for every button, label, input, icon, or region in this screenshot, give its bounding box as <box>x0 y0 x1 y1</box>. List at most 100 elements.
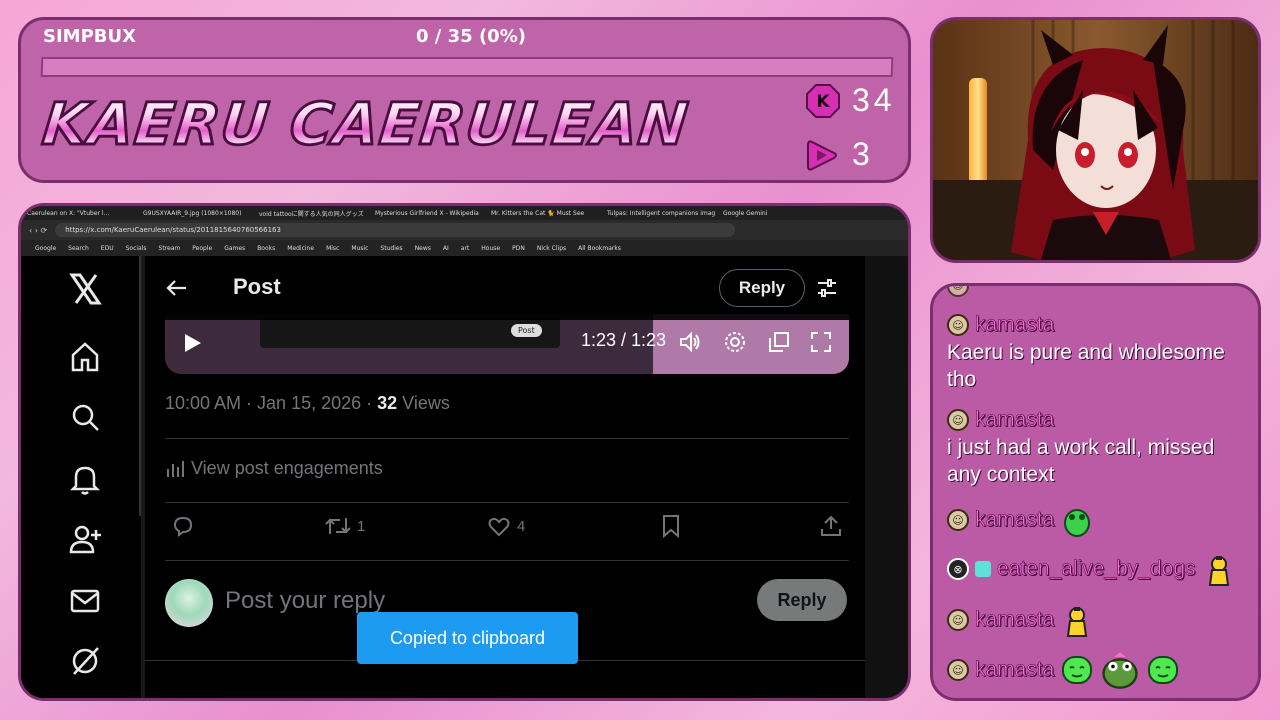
browser-capture: Caerulean on X: "Vtuber l... G9USXYAAIR_… <box>18 203 911 701</box>
bell-icon[interactable] <box>68 462 102 496</box>
play-icon[interactable] <box>181 332 203 354</box>
bookmark[interactable]: Nick Clips <box>537 245 566 252</box>
chat-message: ☺ kamasta <box>947 500 1250 540</box>
mail-icon[interactable] <box>68 584 102 618</box>
chat-username[interactable]: kamasta <box>975 608 1055 632</box>
user-badge-icon: ☺ <box>947 409 969 431</box>
bookmark[interactable]: Socials <box>126 245 147 252</box>
chat-text: Kaeru is pure and wholesome tho <box>947 341 1225 391</box>
x-logo-icon[interactable] <box>68 272 102 306</box>
bookmark[interactable]: All Bookmarks <box>578 245 621 252</box>
kick-icon: K <box>806 83 840 118</box>
bookmark[interactable]: News <box>415 245 431 252</box>
goal-label: SIMPBUX <box>43 26 136 47</box>
retweet-action[interactable]: 1 <box>325 514 365 538</box>
webcam-avatar <box>930 17 1261 263</box>
bookmark[interactable]: People <box>192 245 212 252</box>
chat-username[interactable]: kamasta <box>975 313 1055 337</box>
divider <box>165 560 849 561</box>
bookmark[interactable]: Misc <box>326 245 339 252</box>
bookmark[interactable]: AI <box>443 245 449 252</box>
header-reply-button[interactable]: Reply <box>719 269 805 307</box>
browser-tab-bar: Caerulean on X: "Vtuber l... G9USXYAAIR_… <box>21 206 908 220</box>
bookmark[interactable]: Search <box>68 245 89 252</box>
bookmark[interactable]: PDN <box>512 245 525 252</box>
rumble-count: 3 <box>852 136 874 172</box>
bookmark[interactable]: Games <box>224 245 245 252</box>
divider <box>165 438 849 439</box>
settings-icon[interactable] <box>723 330 747 354</box>
post-engagements-link[interactable]: View post engagements <box>165 458 383 479</box>
browser-tab[interactable]: Mr. Kitters the Cat 🐈 Must See <box>491 210 603 217</box>
browser-tab[interactable]: Tulpas: Intelligent companions imag <box>607 210 719 217</box>
retweet-count: 1 <box>357 517 366 535</box>
chat-message: ⊗ eaten_alive_by_dogs <box>947 548 1250 590</box>
bookmark[interactable]: House <box>481 245 500 252</box>
volume-icon[interactable] <box>678 330 702 354</box>
bookmark[interactable]: Google <box>35 245 56 252</box>
add-user-icon[interactable] <box>68 522 102 556</box>
column-border <box>141 256 145 698</box>
duck-emote-icon <box>1067 607 1088 637</box>
streamer-name: KAERU CAERULEAN <box>38 89 693 160</box>
reply-icon <box>173 516 193 537</box>
goal-progress-bar <box>40 57 894 77</box>
kick-count: 34 <box>852 82 896 118</box>
reply-input[interactable]: Post your reply <box>225 587 385 615</box>
chat-username[interactable]: kamasta <box>975 658 1055 682</box>
video-player[interactable]: Post 1:23 / 1:23 <box>165 314 849 374</box>
rumble-icon <box>806 138 840 172</box>
browser-tab[interactable]: Google Gemini <box>723 210 835 217</box>
retweet-icon <box>325 518 351 534</box>
search-icon[interactable] <box>68 400 102 434</box>
bookmark[interactable]: Studies <box>380 245 402 252</box>
bookmark[interactable]: Stream <box>159 245 181 252</box>
stream-banner: SIMPBUX 0 / 35 (0%) KAERU CAERULEAN K 34… <box>18 17 911 183</box>
browser-tab[interactable]: G9USXYAAIR_9.jpg (1080×1080) <box>143 210 255 217</box>
pip-icon[interactable] <box>767 330 791 354</box>
chat-message: ☺ kamasta Kaeru is pure and wholesome tho <box>947 311 1250 393</box>
chat-username[interactable]: eaten_alive_by_dogs <box>997 557 1196 581</box>
browser-tab[interactable]: Mysterious Girlfriend X - Wikipedia <box>375 210 487 217</box>
like-action[interactable]: 4 <box>487 514 525 538</box>
nav-arrows-icon[interactable]: ‹ › ⟳ <box>29 226 47 235</box>
chat-text: i just had a work call, missed any conte… <box>947 436 1215 486</box>
sliders-icon[interactable] <box>815 276 839 300</box>
user-badge-icon: ☺ <box>947 659 969 681</box>
page-title: Post <box>233 274 281 299</box>
bookmark[interactable]: Books <box>257 245 275 252</box>
browser-tab[interactable]: void tattooに関する人気の同人グッズ <box>259 209 371 218</box>
chat-username[interactable]: kamasta <box>975 408 1055 432</box>
goal-progress-fill <box>42 59 44 75</box>
bookmark-icon <box>663 515 679 538</box>
chat-username[interactable]: kamasta <box>975 508 1055 532</box>
views-count: 32 <box>377 393 398 413</box>
bookmark[interactable]: EDU <box>101 245 114 252</box>
user-badge-icon: ⊗ <box>947 558 969 580</box>
chat-message: ☺ kamasta <box>947 600 1250 640</box>
bookmark[interactable]: Music <box>351 245 368 252</box>
grok-icon[interactable] <box>68 644 102 678</box>
bookmark[interactable]: art <box>461 245 470 252</box>
copied-toast: Copied to clipboard <box>357 612 578 664</box>
divider <box>165 502 849 503</box>
pepe-emote-icon <box>1102 652 1139 689</box>
vtuber-avatar-image <box>933 20 1258 260</box>
video-time: 1:23 / 1:23 <box>581 330 667 350</box>
kick-stat: K 34 <box>806 82 896 119</box>
browser-tab[interactable]: Caerulean on X: "Vtuber l... <box>27 210 139 217</box>
svg-text:K: K <box>816 92 830 112</box>
duck-emote-icon <box>1208 556 1229 586</box>
user-badge-icon: ☺ <box>947 509 969 531</box>
avatar[interactable] <box>165 579 213 627</box>
url-field[interactable]: https://x.com/KaeruCaerulean/status/2011… <box>55 223 736 237</box>
post-timestamp: 10:00 AM · Jan 15, 2026 · 32 Views <box>165 393 450 413</box>
fullscreen-icon[interactable] <box>809 330 833 354</box>
bookmark-action[interactable] <box>659 514 683 538</box>
home-icon[interactable] <box>68 340 102 374</box>
bookmark[interactable]: Medicine <box>287 245 314 252</box>
back-arrow-icon[interactable] <box>165 276 189 300</box>
reply-submit-button[interactable]: Reply <box>757 579 847 621</box>
share-action[interactable] <box>819 514 843 538</box>
reply-action[interactable] <box>171 514 195 538</box>
